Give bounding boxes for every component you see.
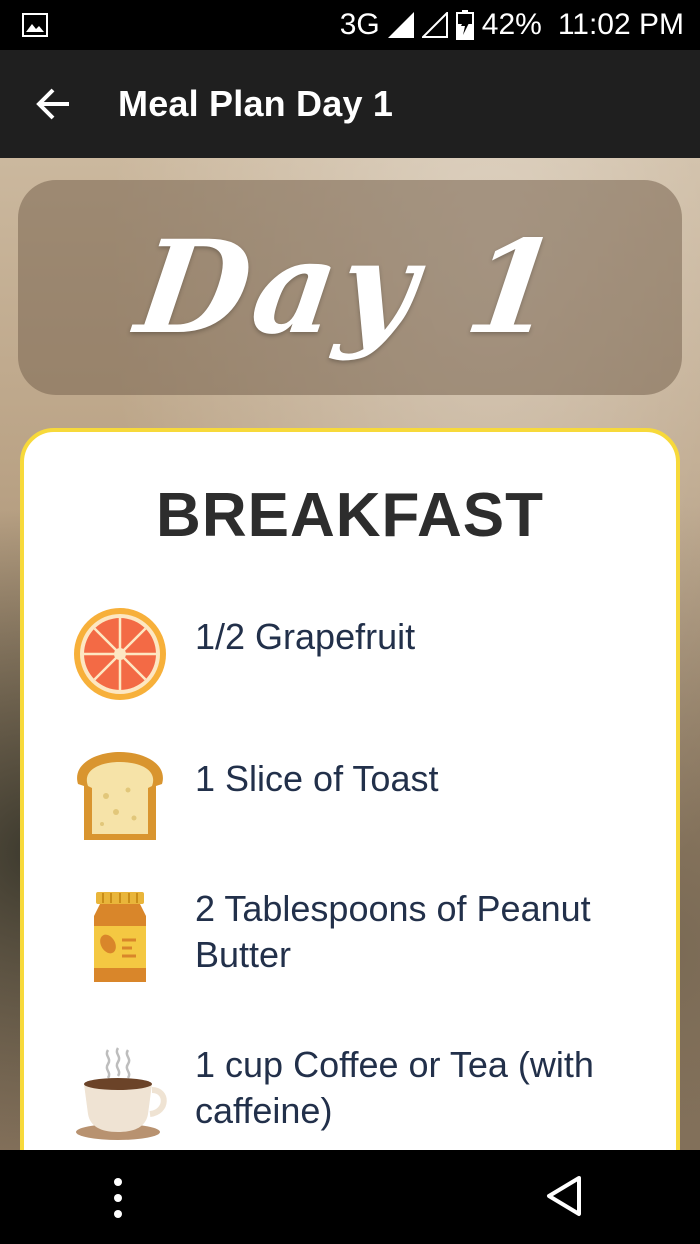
toast-icon xyxy=(77,752,163,840)
list-item: 2 Tablespoons of Peanut Butter xyxy=(70,888,635,988)
list-item: 1 Slice of Toast xyxy=(70,746,635,846)
status-bar: 3G 42% 11:02 PM xyxy=(0,0,700,50)
battery-charging-icon xyxy=(455,10,474,40)
network-type: 3G xyxy=(339,8,380,41)
list-item: 1 cup Coffee or Tea (with caffeine) xyxy=(70,1044,635,1144)
item-label: 1 cup Coffee or Tea (with caffeine) xyxy=(195,1044,594,1131)
breakfast-card: BREAKFAST 1/2 Grapefruit 1 Slice of Toas… xyxy=(20,428,680,1150)
nav-back-icon[interactable] xyxy=(545,1174,585,1218)
gallery-notification-icon xyxy=(22,13,48,37)
page-title: Meal Plan Day 1 xyxy=(118,83,394,124)
content-area[interactable]: Day 1 BREAKFAST 1/2 Grapefruit 1 Slice o… xyxy=(0,158,700,1150)
signal-strength-icon xyxy=(387,12,414,38)
arrow-left-icon xyxy=(36,88,69,120)
item-label: 1/2 Grapefruit xyxy=(195,616,416,657)
item-label: 1 Slice of Toast xyxy=(195,758,439,799)
battery-percentage: 42% xyxy=(481,8,542,41)
day-banner-text: Day 1 xyxy=(128,212,572,363)
clock: 11:02 PM xyxy=(557,8,684,41)
navigation-bar xyxy=(0,1150,700,1244)
overflow-menu-icon[interactable] xyxy=(108,1176,128,1220)
item-label: 2 Tablespoons of Peanut Butter xyxy=(195,888,591,975)
grapefruit-icon xyxy=(74,608,166,700)
meal-title: BREAKFAST xyxy=(156,481,544,550)
list-item: 1/2 Grapefruit xyxy=(70,604,635,704)
day-banner: Day 1 xyxy=(18,180,682,395)
app-bar: Meal Plan Day 1 xyxy=(0,50,700,158)
signal-empty-icon xyxy=(421,12,448,38)
back-button[interactable] xyxy=(24,74,84,134)
coffee-cup-icon xyxy=(76,1047,167,1140)
peanut-butter-jar-icon xyxy=(94,892,146,982)
status-indicators: 3G 42% 11:02 PM xyxy=(340,8,684,42)
